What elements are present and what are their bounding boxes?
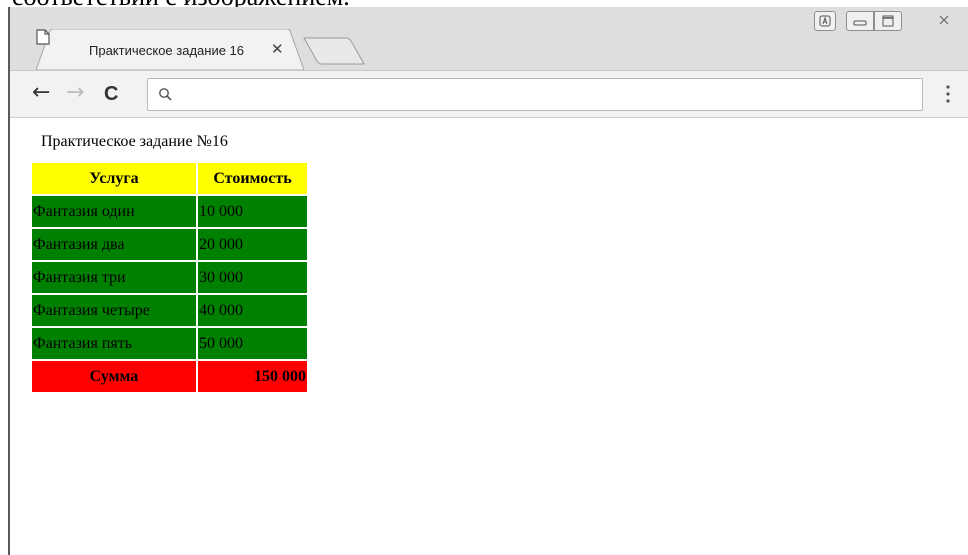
browser-toolbar: ← → C — [10, 70, 968, 118]
table-row: Фантазия два 20 000 — [32, 229, 307, 260]
cost-cell: 50 000 — [198, 328, 307, 359]
forward-icon[interactable]: → — [66, 82, 84, 104]
tab-strip: Практическое задание 16 ✕ — [10, 7, 968, 70]
total-value-cell: 150 000 — [198, 361, 307, 392]
close-icon[interactable] — [924, 11, 964, 31]
tab-title: Практическое задание 16 — [89, 43, 245, 58]
service-cell: Фантазия два — [32, 229, 196, 260]
cost-cell: 30 000 — [198, 262, 307, 293]
maximize-icon[interactable] — [874, 11, 902, 31]
table-row: Фантазия три 30 000 — [32, 262, 307, 293]
back-icon[interactable]: ← — [32, 82, 50, 104]
service-cell: Фантазия три — [32, 262, 196, 293]
total-label-cell: Сумма — [32, 361, 196, 392]
price-table: Услуга Стоимость Фантазия один 10 000 Фа… — [30, 161, 309, 394]
service-cell: Фантазия четыре — [32, 295, 196, 326]
page-content: Практическое задание №16 Услуга Стоимост… — [10, 118, 968, 555]
table-row: Фантазия один 10 000 — [32, 196, 307, 227]
table-row: Фантазия пять 50 000 — [32, 328, 307, 359]
table-header-row: Услуга Стоимость — [32, 163, 307, 194]
column-header-cost: Стоимость — [198, 163, 307, 194]
page-icon — [36, 29, 50, 45]
search-icon — [159, 88, 172, 101]
page-heading: Практическое задание №16 — [41, 133, 228, 150]
service-cell: Фантазия один — [32, 196, 196, 227]
account-icon[interactable] — [814, 11, 836, 31]
table-total-row: Сумма 150 000 — [32, 361, 307, 392]
column-header-service: Услуга — [32, 163, 196, 194]
browser-window: Практическое задание 16 ✕ ← → C Практиче… — [8, 7, 968, 555]
reload-icon[interactable]: C — [104, 83, 118, 105]
cost-cell: 20 000 — [198, 229, 307, 260]
cost-cell: 10 000 — [198, 196, 307, 227]
cost-cell: 40 000 — [198, 295, 307, 326]
table-row: Фантазия четыре 40 000 — [32, 295, 307, 326]
tab-active[interactable]: Практическое задание 16 ✕ — [36, 29, 304, 70]
address-bar[interactable] — [147, 78, 923, 111]
menu-dots-icon[interactable] — [946, 84, 950, 104]
service-cell: Фантазия пять — [32, 328, 196, 359]
tab-close-icon[interactable]: ✕ — [271, 40, 284, 58]
minimize-icon[interactable] — [846, 11, 874, 31]
new-tab-icon[interactable] — [302, 37, 366, 65]
